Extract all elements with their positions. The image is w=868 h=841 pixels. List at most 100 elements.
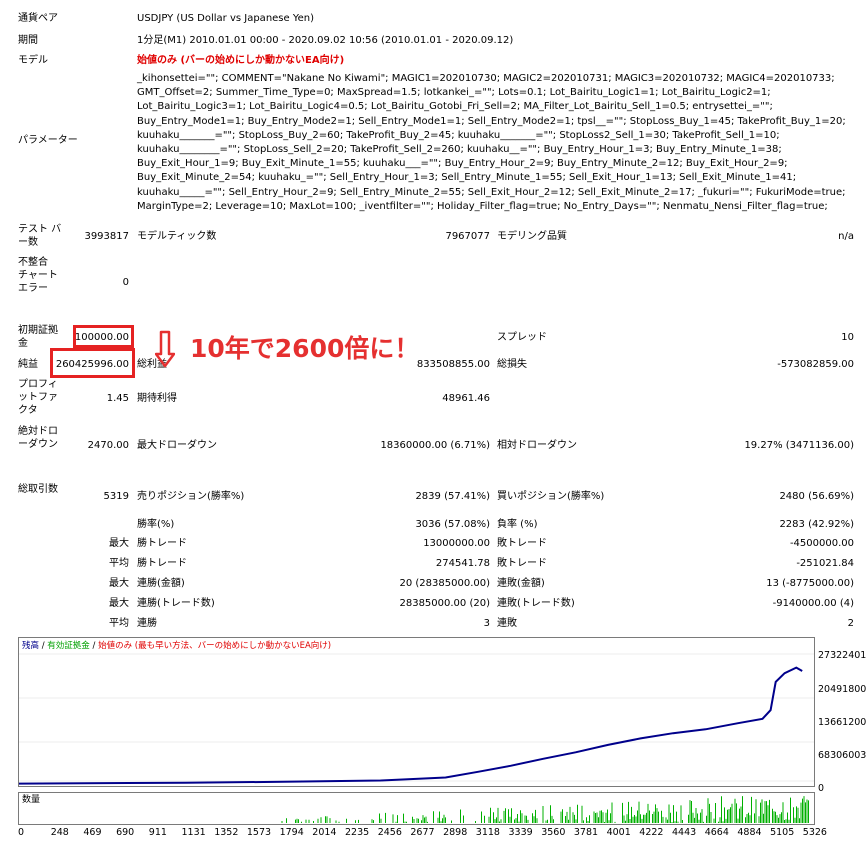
gross-loss-value: -573082859.00 [777, 359, 854, 370]
cons-win-amt-value: 20 (28385000.00) [399, 578, 490, 589]
avg-cons-win-label: 連勝 [137, 618, 157, 629]
spread-label: スプレッド [497, 332, 547, 343]
x-tick-label: 3781 [573, 827, 599, 838]
max-word-1: 最大 [109, 538, 129, 549]
cons-loss-cnt-value: -9140000.00 (4) [772, 598, 854, 609]
params-label: パラメーター [18, 135, 78, 146]
x-tick-label: 5105 [770, 827, 795, 838]
ticks-label: モデルティック数 [137, 231, 217, 242]
avg-win-trade-label: 勝トレード [137, 558, 187, 569]
symbol-value: USDJPY (US Dollar vs Japanese Yen) [137, 13, 315, 24]
x-tick-label: 2456 [377, 827, 402, 838]
avg-loss-trade-value: -251021.84 [796, 558, 854, 569]
pf-value: 1.45 [106, 393, 129, 404]
pf-label: プロフィットファクタ [18, 379, 58, 416]
max-word-2: 最大 [109, 578, 129, 589]
win-value: 3036 (57.08%) [415, 519, 490, 530]
x-tick-label: 690 [116, 827, 135, 838]
x-tick-label: 3118 [475, 827, 500, 838]
y-tick-label: 13661200 [818, 717, 867, 728]
avg-cons-loss-value: 2 [847, 618, 854, 629]
spread-value: 10 [841, 332, 854, 343]
cons-loss-cnt-label: 連敗(トレード数) [497, 598, 575, 609]
abs-dd-value: 2470.00 [87, 440, 129, 451]
balance-chart: 残高 / 有効証拠金 / 始値のみ (最も早い方法、バーの始めにしか動かないEA… [18, 637, 815, 787]
balance-series-line [19, 666, 803, 785]
short-label: 売りポジション(勝率%) [137, 491, 245, 502]
max-dd-label: 最大ドローダウン [137, 440, 217, 451]
max-win-trade-value: 13000000.00 [423, 538, 490, 549]
abs-dd-label: 絶対ドローダウン [18, 426, 58, 450]
cons-win-cnt-label: 連勝(トレード数) [137, 598, 215, 609]
volume-panel: 数量 [18, 792, 815, 825]
x-tick-label: 911 [148, 827, 167, 838]
max-loss-trade-label: 敗トレード [497, 538, 547, 549]
cons-win-amt-label: 連勝(金額) [137, 578, 185, 589]
x-tick-label: 2898 [443, 827, 468, 838]
x-tick-label: 4443 [672, 827, 697, 838]
x-tick-label: 0 [18, 827, 25, 838]
rel-dd-value: 19.27% (3471136.00) [744, 440, 854, 451]
trades-value: 5319 [103, 491, 129, 502]
gross-loss-label: 総損失 [497, 359, 527, 370]
avg-win-trade-value: 274541.78 [435, 558, 490, 569]
x-tick-label: 4664 [704, 827, 729, 838]
model-label: モデル [18, 55, 48, 66]
win-label: 勝率(%) [137, 519, 175, 530]
loss-label: 負率 (%) [497, 519, 538, 530]
long-label: 買いポジション(勝率%) [497, 491, 605, 502]
cons-win-cnt-value: 28385000.00 (20) [399, 598, 490, 609]
expected-value: 48961.46 [442, 393, 490, 404]
x-tick-label: 469 [83, 827, 102, 838]
y-tick-label: 68306003 [818, 750, 867, 761]
avg-cons-loss-label: 連敗 [497, 618, 517, 629]
deposit-highlight-box [73, 325, 134, 348]
x-tick-label: 2014 [312, 827, 337, 838]
max-loss-trade-value: -4500000.00 [789, 538, 854, 549]
y-tick-label: 0 [818, 783, 825, 794]
x-tick-label: 4001 [606, 827, 631, 838]
cons-loss-amt-value: 13 (-8775000.00) [766, 578, 854, 589]
avg-word-1: 平均 [109, 558, 129, 569]
x-tick-label: 2235 [345, 827, 370, 838]
down-arrow-icon [155, 330, 175, 368]
symbol-label: 通貨ペア [18, 13, 58, 24]
net-highlight-box [50, 348, 135, 378]
x-tick-label: 2677 [410, 827, 435, 838]
x-tick-label: 248 [50, 827, 69, 838]
volume-plot [281, 796, 809, 823]
expected-label: 期待利得 [137, 393, 177, 404]
net-label: 純益 [18, 359, 38, 370]
loss-value: 2283 (42.92%) [779, 519, 854, 530]
max-word-3: 最大 [109, 598, 129, 609]
annotation-callout: 10年で2600倍に！ [190, 334, 420, 363]
bars-value: 3993817 [84, 231, 129, 242]
mismatch-label: 不整合 チャート エラー [18, 257, 58, 294]
rel-dd-label: 相対ドローダウン [497, 440, 577, 451]
avg-word-2: 平均 [109, 618, 129, 629]
model-value: 始値のみ (バーの始めにしか動かないEA向け) [137, 55, 345, 66]
max-win-trade-label: 勝トレード [137, 538, 187, 549]
x-tick-label: 3560 [541, 827, 566, 838]
x-tick-label: 5326 [802, 827, 827, 838]
x-tick-label: 1573 [246, 827, 272, 838]
deposit-label: 初期証拠金 [18, 325, 58, 349]
period-label: 期間 [18, 35, 38, 46]
period-value: 1分足(M1) 2010.01.01 00:00 - 2020.09.02 10… [137, 35, 514, 46]
x-tick-label: 1352 [214, 827, 239, 838]
y-tick-label: 27322401 [818, 650, 867, 661]
x-tick-label: 1794 [279, 827, 304, 838]
cons-loss-amt-label: 連敗(金額) [497, 578, 545, 589]
max-dd-value: 18360000.00 (6.71%) [380, 440, 490, 451]
ticks-value: 7967077 [445, 231, 490, 242]
trades-label: 総取引数 [18, 484, 58, 495]
mismatch-value: 0 [122, 277, 129, 288]
x-tick-label: 3339 [508, 827, 533, 838]
x-tick-label: 1131 [181, 827, 206, 838]
short-value: 2839 (57.41%) [415, 491, 490, 502]
balance-chart-plot [19, 653, 814, 785]
avg-loss-trade-label: 敗トレード [497, 558, 547, 569]
long-value: 2480 (56.69%) [779, 491, 854, 502]
avg-cons-win-value: 3 [483, 618, 490, 629]
quality-value: n/a [838, 231, 854, 242]
